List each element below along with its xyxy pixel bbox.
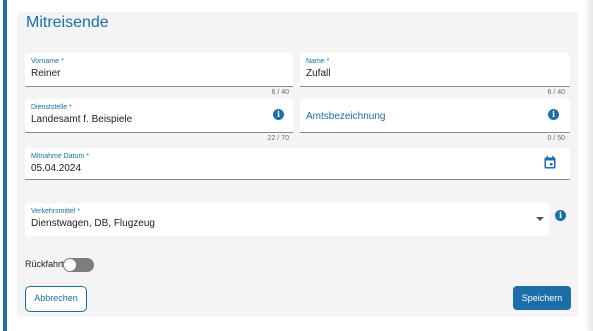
rueckfahrt-label: Rückfahrt: — [25, 259, 67, 269]
verkehrsmittel-select[interactable]: Verkehrsmittel * Dienstwagen, DB, Flugze… — [25, 203, 549, 236]
dienststelle-label: Dienststelle * — [31, 104, 72, 111]
section-title: Mitreisende — [26, 14, 109, 31]
amtsbezeichnung-counter: 0 / 50 — [547, 135, 565, 142]
verkehrsmittel-value[interactable]: Dienstwagen, DB, Flugzeug — [31, 218, 155, 229]
mitnahme-datum-label: Mitnahme Datum * — [31, 153, 89, 160]
vorname-field[interactable]: Vorname * Reiner — [25, 53, 293, 87]
amtsbezeichnung-field[interactable]: Amtsbezeichnung i — [300, 99, 570, 133]
right-shadow — [585, 0, 593, 331]
dienststelle-field[interactable]: Dienststelle * Landesamt f. Beispiele i — [25, 99, 293, 133]
vorname-counter: 6 / 40 — [271, 89, 289, 96]
verkehrsmittel-label: Verkehrsmittel * — [31, 208, 81, 215]
info-icon[interactable]: i — [273, 109, 284, 120]
toggle-knob — [64, 259, 76, 271]
name-label: Name * — [306, 58, 330, 65]
vorname-value[interactable]: Reiner — [31, 68, 60, 79]
name-value[interactable]: Zufall — [306, 68, 330, 79]
left-accent-bar — [3, 0, 7, 331]
mitnahme-datum-value[interactable]: 05.04.2024 — [31, 163, 81, 174]
name-counter: 6 / 40 — [547, 89, 565, 96]
cancel-button[interactable]: Abbrechen — [25, 286, 87, 312]
chevron-down-icon[interactable] — [536, 217, 544, 221]
save-button[interactable]: Speichern — [513, 286, 571, 310]
dienststelle-value[interactable]: Landesamt f. Beispiele — [31, 114, 132, 125]
name-field[interactable]: Name * Zufall — [300, 53, 570, 87]
info-icon[interactable]: i — [555, 210, 566, 221]
dialog: Mitreisende Vorname * Reiner 6 / 40 Name… — [0, 0, 593, 331]
info-icon[interactable]: i — [548, 109, 559, 120]
vorname-label: Vorname * — [31, 58, 64, 65]
rueckfahrt-toggle[interactable] — [63, 258, 94, 272]
calendar-icon[interactable] — [544, 156, 556, 169]
amtsbezeichnung-placeholder[interactable]: Amtsbezeichnung — [306, 111, 386, 122]
dienststelle-counter: 22 / 70 — [267, 135, 289, 142]
mitnahme-datum-field[interactable]: Mitnahme Datum * 05.04.2024 — [25, 148, 570, 180]
